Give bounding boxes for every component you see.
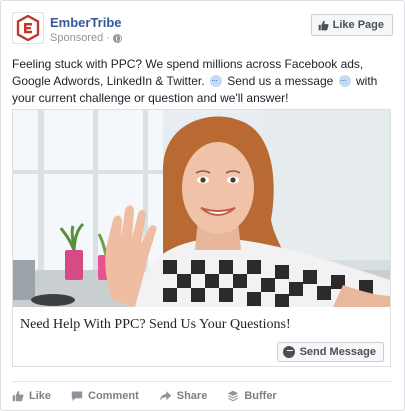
send-message-button[interactable]: Send Message — [276, 342, 384, 362]
sponsored-label[interactable]: Sponsored · — [50, 32, 110, 44]
link-attachment[interactable]: Need Help With PPC? Send Us Your Questio… — [12, 109, 391, 367]
post-actions-bar: Like Comment Share Buffer — [12, 388, 297, 404]
comment-icon — [71, 391, 83, 401]
sponsored-post-card: EmberTribe Sponsored · Like Page Feeling… — [0, 0, 405, 411]
buffer-action-label: Buffer — [244, 390, 277, 402]
like-page-label: Like Page — [332, 19, 384, 31]
like-action-label: Like — [29, 390, 52, 402]
buffer-icon — [228, 390, 239, 402]
post-text: Feeling stuck with PPC? We spend million… — [12, 56, 395, 107]
attachment-headline[interactable]: Need Help With PPC? Send Us Your Questio… — [20, 317, 291, 333]
page-name-link[interactable]: EmberTribe — [50, 15, 122, 30]
comment-action-button[interactable]: Comment — [71, 390, 139, 402]
actions-divider — [12, 381, 393, 382]
post-header: EmberTribe Sponsored · Like Page — [12, 12, 393, 48]
messenger-icon — [282, 346, 295, 358]
post-meta: Sponsored · — [50, 32, 122, 44]
share-action-button[interactable]: Share — [159, 390, 208, 402]
share-action-label: Share — [176, 390, 208, 402]
thumbs-up-icon — [318, 20, 329, 30]
send-message-label: Send Message — [299, 346, 376, 358]
globe-icon — [112, 33, 122, 43]
speech-bubble-emoji-icon — [338, 72, 351, 89]
embertribe-logo[interactable] — [12, 12, 44, 44]
speech-bubble-emoji-icon — [209, 72, 222, 89]
ad-photo-woman-waving[interactable] — [13, 110, 390, 307]
thumbs-up-icon — [12, 390, 24, 402]
like-page-button[interactable]: Like Page — [310, 14, 393, 36]
post-text-part2: Send us a message — [227, 74, 334, 88]
share-icon — [159, 391, 171, 401]
like-action-button[interactable]: Like — [12, 390, 51, 402]
comment-action-label: Comment — [88, 390, 139, 402]
buffer-action-button[interactable]: Buffer — [227, 390, 277, 402]
